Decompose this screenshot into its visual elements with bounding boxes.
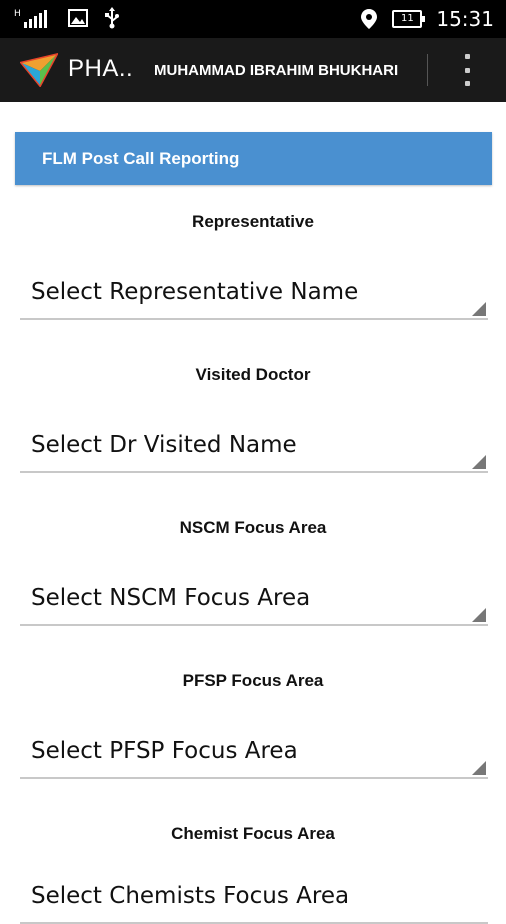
dropdown-arrow-icon [472,761,486,775]
nscm-focus-area-spinner-value: Select NSCM Focus Area [31,585,311,611]
action-bar-divider [427,54,428,86]
visited-doctor-spinner[interactable]: Select Dr Visited Name [20,423,488,473]
form-header: FLM Post Call Reporting [15,132,492,185]
svg-text:H: H [14,9,21,19]
app-logo-icon[interactable] [20,53,58,87]
visited-doctor-label: Visited Doctor [195,365,311,384]
status-bar: H 11 15:31 [0,0,506,38]
battery-level: 11 [400,13,414,24]
nscm-focus-area-spinner[interactable]: Select NSCM Focus Area [20,576,488,626]
chemist-focus-area-spinner-value: Select Chemists Focus Area [31,883,350,909]
app-title: PHA.. [68,55,134,82]
battery-icon: 11 [392,10,426,28]
status-right: 11 15:31 [360,7,494,31]
dropdown-arrow-icon [472,455,486,469]
representative-spinner-value: Select Representative Name [31,279,359,305]
chemist-focus-area-label: Chemist Focus Area [171,824,335,843]
user-name: MUHAMMAD IBRAHIM BHUKHARI [154,62,399,79]
nscm-focus-area-label: NSCM Focus Area [179,518,327,537]
pfsp-focus-area-label: PFSP Focus Area [182,671,324,690]
overflow-menu-icon[interactable] [460,54,474,86]
image-icon [68,9,88,27]
visited-doctor-spinner-value: Select Dr Visited Name [31,432,297,458]
representative-spinner[interactable]: Select Representative Name [20,270,488,320]
location-icon [361,9,378,29]
usb-icon [105,7,119,29]
pfsp-focus-area-spinner-value: Select PFSP Focus Area [31,738,298,764]
status-left: H [14,7,120,29]
status-time: 15:31 [436,7,494,31]
action-bar: PHA.. MUHAMMAD IBRAHIM BHUKHARI [0,38,506,102]
dropdown-arrow-icon [472,608,486,622]
representative-label: Representative [192,212,314,231]
signal-icon: H [14,9,47,28]
chemist-focus-area-spinner[interactable]: Select Chemists Focus Area [20,874,488,924]
pfsp-focus-area-spinner[interactable]: Select PFSP Focus Area [20,729,488,779]
dropdown-arrow-icon [472,302,486,316]
